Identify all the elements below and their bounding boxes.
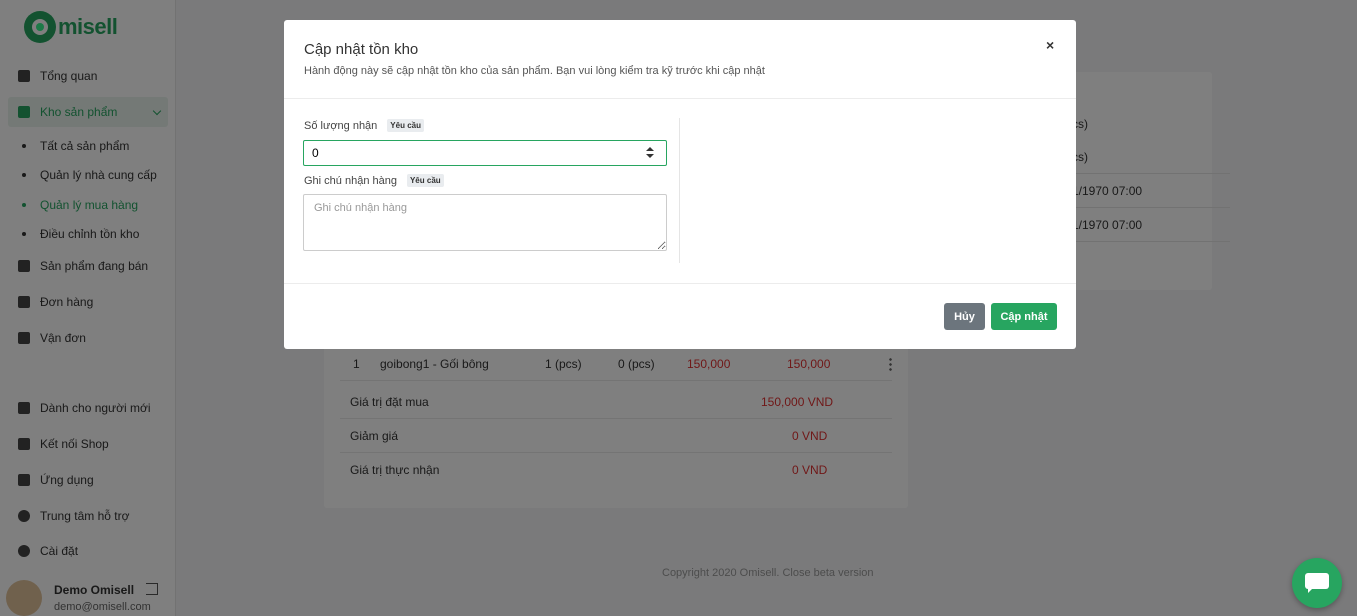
modal-subtitle: Hành động này sẽ cập nhật tồn kho của sả… [304,65,765,77]
divider [284,98,1076,99]
note-label-text: Ghi chú nhận hàng [304,174,397,187]
quantity-input[interactable] [303,140,667,166]
required-badge: Yêu cầu [387,119,424,132]
close-icon[interactable]: × [1046,37,1054,53]
divider [284,283,1076,284]
chat-button[interactable] [1292,558,1342,608]
cancel-button[interactable]: Hủy [944,303,985,330]
number-spinner-icon[interactable] [645,147,655,159]
column-divider [679,118,680,263]
note-textarea[interactable] [303,194,667,251]
quantity-label: Số lượng nhận Yêu cầu [304,119,424,132]
required-badge: Yêu cầu [406,174,444,187]
quantity-label-text: Số lượng nhận [304,119,378,132]
modal-title: Cập nhật tồn kho [304,41,419,58]
chat-icon [1305,573,1329,593]
note-label: Ghi chú nhận hàng Yêu cầu [304,174,444,187]
update-button[interactable]: Cập nhật [991,303,1057,330]
update-stock-modal: Cập nhật tồn kho Hành động này sẽ cập nh… [284,20,1076,349]
